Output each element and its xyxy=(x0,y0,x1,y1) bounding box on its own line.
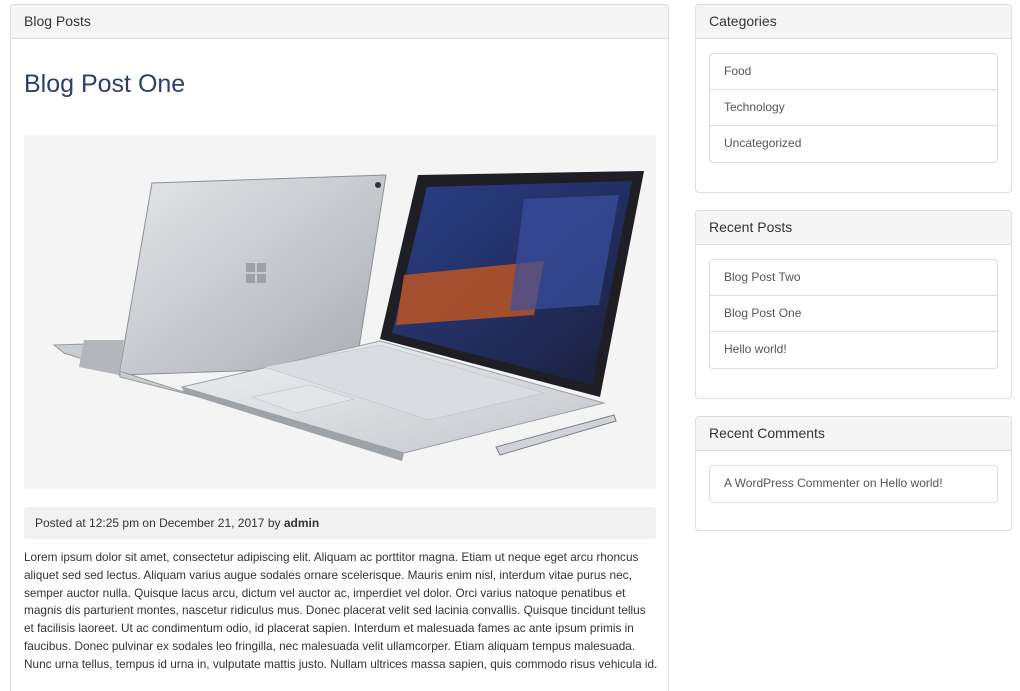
category-item-uncategorized[interactable]: Uncategorized xyxy=(710,126,997,162)
category-item-food[interactable]: Food xyxy=(710,54,997,90)
laptop-image xyxy=(24,135,656,489)
post-title[interactable]: Blog Post One xyxy=(24,70,185,99)
recent-posts-list: Blog Post Two Blog Post One Hello world! xyxy=(709,259,998,369)
category-item-technology[interactable]: Technology xyxy=(710,90,997,126)
categories-panel: Categories Food Technology Uncategorized xyxy=(695,4,1012,193)
recent-comments-list: A WordPress Commenter on Hello world! xyxy=(709,465,998,503)
recent-post-item[interactable]: Blog Post Two xyxy=(710,260,997,296)
comment-item: A WordPress Commenter on Hello world! xyxy=(710,466,997,502)
recent-posts-panel: Recent Posts Blog Post Two Blog Post One… xyxy=(695,210,1012,399)
categories-heading: Categories xyxy=(696,5,1011,39)
blog-posts-panel: Blog Posts Blog Post One Posted at 12:25… xyxy=(10,4,669,691)
recent-post-item[interactable]: Hello world! xyxy=(710,332,997,368)
recent-comments-heading: Recent Comments xyxy=(696,417,1011,451)
recent-post-item[interactable]: Blog Post One xyxy=(710,296,997,332)
comment-author-link[interactable]: A WordPress Commenter xyxy=(724,476,860,490)
comment-on-text: on xyxy=(863,476,877,490)
recent-posts-heading: Recent Posts xyxy=(696,211,1011,245)
post-body: Lorem ipsum dolor sit amet, consectetur … xyxy=(24,550,658,671)
comment-post-link[interactable]: Hello world! xyxy=(880,476,943,490)
recent-comments-panel: Recent Comments A WordPress Commenter on… xyxy=(695,416,1012,531)
categories-list: Food Technology Uncategorized xyxy=(709,53,998,163)
post-meta-text: Posted at 12:25 pm on December 21, 2017 … xyxy=(35,516,281,530)
panel-heading: Blog Posts xyxy=(11,5,668,39)
post-author[interactable]: admin xyxy=(284,516,319,530)
post-meta: Posted at 12:25 pm on December 21, 2017 … xyxy=(24,507,656,539)
